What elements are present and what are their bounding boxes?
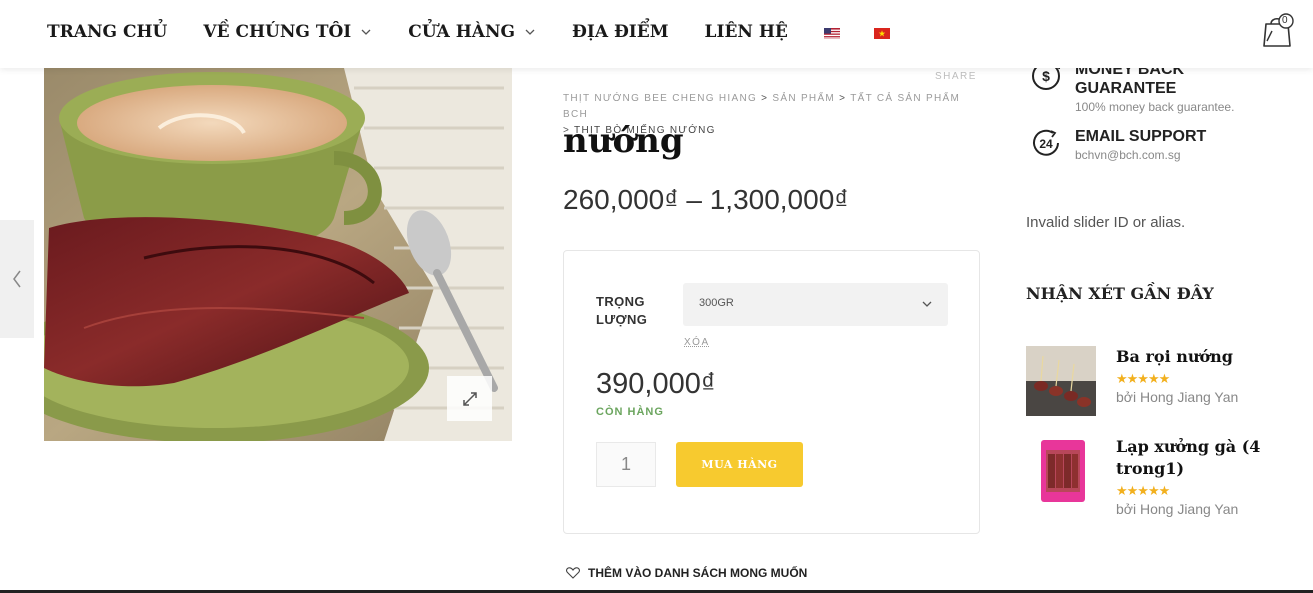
variations-form: TRỌNG LƯỢNG 300GR XÓA 390,000₫ CÒN HÀNG … (563, 250, 980, 534)
breadcrumb-link[interactable]: SẢN PHẨM (772, 93, 835, 104)
review-product-name[interactable]: Lạp xưởng gà (4 trong1) (1116, 436, 1286, 480)
review-item[interactable]: Lạp xưởng gà (4 trong1) ★★★★★ bởi Hong J… (1026, 436, 1286, 517)
nav-label: LIÊN HỆ (704, 22, 788, 42)
prev-product-arrow[interactable] (0, 220, 34, 338)
product-photo (44, 68, 512, 441)
quantity-input[interactable]: 1 (596, 442, 656, 487)
feature-desc: 100% money back guarantee. (1075, 100, 1235, 114)
vn-flag-icon[interactable] (873, 27, 890, 39)
support-24-icon: 24 (1033, 129, 1059, 156)
weight-label: TRỌNG LƯỢNG (596, 294, 648, 327)
wishlist-label: THÊM VÀO DANH SÁCH MONG MUỐN (588, 566, 808, 580)
feature-desc: bchvn@bch.com.sg (1075, 148, 1181, 162)
chevron-left-icon (13, 270, 21, 288)
expand-icon (462, 391, 477, 406)
weight-select[interactable]: 300GR (683, 283, 948, 326)
breadcrumb-separator: > (839, 93, 847, 104)
feature-title: EMAIL SUPPORT (1075, 128, 1207, 145)
product-thumbnail-image (1026, 436, 1096, 506)
zoom-button[interactable] (447, 376, 492, 421)
svg-text:$: $ (1042, 68, 1050, 84)
product-title: nướng (563, 121, 684, 161)
slider-error-message: Invalid slider ID or alias. (1026, 214, 1186, 231)
product-thumbnail-image (1026, 346, 1096, 416)
heart-icon (566, 567, 580, 579)
breadcrumb-separator: > (761, 93, 769, 104)
nav-item-contact[interactable]: LIÊN HỆ (705, 22, 788, 42)
shopping-bag-icon (1263, 13, 1294, 47)
review-item[interactable]: Ba rọi nướng ★★★★★ bởi Hong Jiang Yan (1026, 346, 1286, 416)
nav-label: CỬA HÀNG (408, 22, 516, 42)
cart-count-badge: 0 (1282, 15, 1288, 26)
price-range: 260,000₫ – 1,300,000₫ (563, 184, 849, 215)
main-nav: TRANG CHỦ VỀ CHÚNG TÔI CỬA HÀNG ĐỊA ĐIỂM… (47, 22, 924, 42)
nav-item-home[interactable]: TRANG CHỦ (47, 22, 167, 42)
review-thumbnail[interactable] (1026, 346, 1096, 416)
nav-item-locations[interactable]: ĐỊA ĐIỂM (572, 22, 669, 42)
nav-label: TRANG CHỦ (47, 22, 168, 42)
recent-reviews-title: NHẬN XÉT GẦN ĐÂY (1026, 284, 1214, 303)
add-to-cart-button[interactable]: MUA HÀNG (676, 442, 803, 487)
chevron-down-icon (525, 29, 535, 35)
star-rating: ★★★★★ (1116, 371, 1170, 386)
nav-item-about[interactable]: VỀ CHÚNG TÔI (203, 22, 372, 42)
feature-email-support: 24 EMAIL SUPPORT bchvn@bch.com.sg (1030, 127, 1206, 162)
stock-status: CÒN HÀNG (596, 406, 664, 418)
chevron-down-icon (361, 29, 371, 35)
svg-text:24: 24 (1039, 137, 1053, 151)
review-product-name[interactable]: Ba rọi nướng (1116, 346, 1286, 368)
chevron-down-icon (922, 301, 932, 307)
review-thumbnail[interactable] (1026, 436, 1096, 506)
feature-money-back: $ MONEY BACK GUARANTEE 100% money back g… (1030, 60, 1234, 114)
weight-select-value: 300GR (699, 297, 734, 309)
variation-price: 390,000₫ (596, 368, 716, 400)
cart-button[interactable]: 0 (1260, 13, 1296, 49)
site-header: TRANG CHỦ VỀ CHÚNG TÔI CỬA HÀNG ĐỊA ĐIỂM… (0, 0, 1313, 68)
breadcrumb-link[interactable]: THỊT NƯỚNG BEE CHENG HIANG (563, 93, 757, 104)
us-flag-icon[interactable] (823, 27, 840, 39)
star-rating: ★★★★★ (1116, 483, 1170, 498)
add-to-wishlist-link[interactable]: THÊM VÀO DANH SÁCH MONG MUỐN (566, 566, 807, 580)
share-link[interactable]: SHARE (935, 71, 977, 82)
reset-variations-link[interactable]: XÓA (684, 337, 710, 348)
nav-item-shop[interactable]: CỬA HÀNG (408, 22, 536, 42)
review-author: bởi Hong Jiang Yan (1116, 501, 1239, 517)
review-author: bởi Hong Jiang Yan (1116, 389, 1239, 405)
nav-label: ĐỊA ĐIỂM (572, 22, 669, 42)
product-image[interactable] (44, 68, 512, 441)
nav-label: VỀ CHÚNG TÔI (203, 22, 352, 42)
